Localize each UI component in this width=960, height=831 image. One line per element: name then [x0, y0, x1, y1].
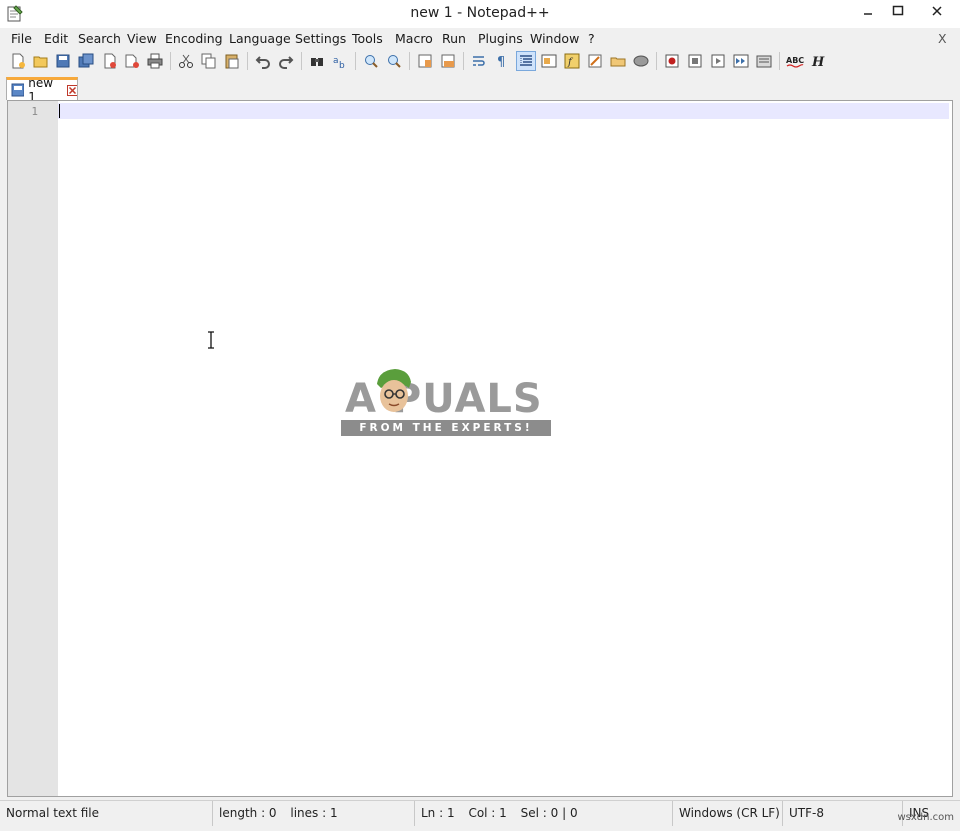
close-document-button[interactable]: X: [938, 31, 947, 46]
encoding-text: UTF-8: [789, 806, 824, 820]
find-icon[interactable]: [307, 51, 327, 71]
close-file-icon[interactable]: [100, 51, 120, 71]
text-editor[interactable]: 1 A PUALS FROM THE EXPERTS!: [7, 100, 953, 797]
watermark-logo: A PUALS FROM THE EXPERTS!: [341, 366, 555, 440]
svg-text:H: H: [811, 55, 825, 69]
zoom-in-icon[interactable]: [361, 51, 381, 71]
credit-watermark: wsxdn.com: [897, 812, 954, 823]
col-text: Col : 1: [468, 806, 507, 820]
redo-icon[interactable]: [276, 51, 296, 71]
ln-text: Ln : 1: [421, 806, 455, 820]
save-icon[interactable]: [53, 51, 73, 71]
line-number: 1: [31, 105, 38, 118]
menu-window[interactable]: Window: [530, 31, 579, 46]
paste-icon[interactable]: [222, 51, 242, 71]
menu-file[interactable]: File: [11, 31, 32, 46]
macro-play-icon[interactable]: [708, 51, 728, 71]
maximize-icon: [892, 5, 904, 16]
folder-icon[interactable]: [608, 51, 628, 71]
close-icon: [932, 6, 942, 16]
file-type-text: Normal text file: [6, 806, 100, 820]
ibeam-cursor-icon: [208, 331, 214, 349]
maximize-button[interactable]: [882, 0, 914, 22]
line-number-gutter: 1: [8, 101, 58, 796]
status-bar: Normal text file length : 0 lines : 1 Ln…: [0, 800, 960, 826]
hex-icon[interactable]: H: [808, 51, 828, 71]
status-encoding[interactable]: UTF-8: [782, 801, 902, 826]
undo-icon[interactable]: [253, 51, 273, 71]
function-list-icon[interactable]: f: [562, 51, 582, 71]
current-line-highlight: [58, 103, 949, 119]
tab-bar: new 1: [0, 74, 960, 104]
status-position: Ln : 1 Col : 1 Sel : 0 | 0: [414, 801, 672, 826]
replace-icon[interactable]: ab: [330, 51, 350, 71]
close-all-icon[interactable]: [122, 51, 142, 71]
sync-horizontal-icon[interactable]: [438, 51, 458, 71]
menu-plugins[interactable]: Plugins: [478, 31, 523, 46]
show-all-characters-icon[interactable]: ¶: [492, 51, 512, 71]
menu-tools[interactable]: Tools: [352, 31, 383, 46]
cut-icon[interactable]: [176, 51, 196, 71]
menu-bar: File Edit Search View Encoding Language …: [0, 29, 960, 48]
svg-text:ABC: ABC: [786, 56, 804, 65]
status-length-lines: length : 0 lines : 1: [212, 801, 414, 826]
lines-text: lines : 1: [290, 806, 338, 820]
svg-text:¶: ¶: [497, 55, 505, 69]
sync-vertical-icon[interactable]: [415, 51, 435, 71]
macro-save-icon[interactable]: [754, 51, 774, 71]
close-window-button[interactable]: [914, 0, 960, 22]
menu-edit[interactable]: Edit: [44, 31, 68, 46]
menu-macro[interactable]: Macro: [395, 31, 433, 46]
menu-view[interactable]: View: [127, 31, 157, 46]
status-eol[interactable]: Windows (CR LF): [672, 801, 782, 826]
save-all-icon[interactable]: [76, 51, 96, 71]
status-file-type: Normal text file: [0, 801, 212, 826]
tab-new-1[interactable]: new 1: [6, 76, 78, 104]
copy-icon[interactable]: [199, 51, 219, 71]
text-caret: [59, 104, 60, 118]
menu-language[interactable]: Language: [229, 31, 291, 46]
open-file-icon[interactable]: [31, 51, 51, 71]
mascot-icon: [377, 369, 411, 412]
svg-text:b: b: [339, 61, 345, 69]
notepad-plus-plus-window: new 1 - Notepad++ File Edit Search View …: [0, 0, 960, 831]
zoom-out-icon[interactable]: [384, 51, 404, 71]
menu-search[interactable]: Search: [78, 31, 121, 46]
macro-stop-icon[interactable]: [685, 51, 705, 71]
title-bar: new 1 - Notepad++: [0, 0, 960, 28]
tab-close-icon[interactable]: [66, 84, 77, 96]
document-tab-icon: [11, 83, 25, 97]
folder-workspace-icon[interactable]: [585, 51, 605, 71]
menu-settings[interactable]: Settings: [295, 31, 346, 46]
menu-help[interactable]: ?: [588, 31, 595, 46]
toolbar: ab ¶ f ABC H: [0, 49, 960, 73]
indent-guide-icon[interactable]: [516, 51, 536, 71]
window-title: new 1 - Notepad++: [410, 5, 550, 21]
monitoring-icon[interactable]: [631, 51, 651, 71]
spell-check-icon[interactable]: ABC: [785, 51, 805, 71]
minimize-button[interactable]: [852, 0, 884, 22]
word-wrap-icon[interactable]: [469, 51, 489, 71]
sel-text: Sel : 0 | 0: [520, 806, 578, 820]
minimize-icon: [864, 13, 872, 15]
menu-encoding[interactable]: Encoding: [165, 31, 223, 46]
length-text: length : 0: [219, 806, 277, 820]
print-icon[interactable]: [145, 51, 165, 71]
watermark-tagline: FROM THE EXPERTS!: [341, 420, 551, 436]
svg-text:a: a: [333, 56, 339, 66]
new-file-icon[interactable]: [8, 51, 28, 71]
eol-text: Windows (CR LF): [679, 806, 780, 820]
menu-run[interactable]: Run: [442, 31, 466, 46]
macro-run-multiple-icon[interactable]: [731, 51, 751, 71]
document-map-icon[interactable]: [539, 51, 559, 71]
macro-record-icon[interactable]: [662, 51, 682, 71]
